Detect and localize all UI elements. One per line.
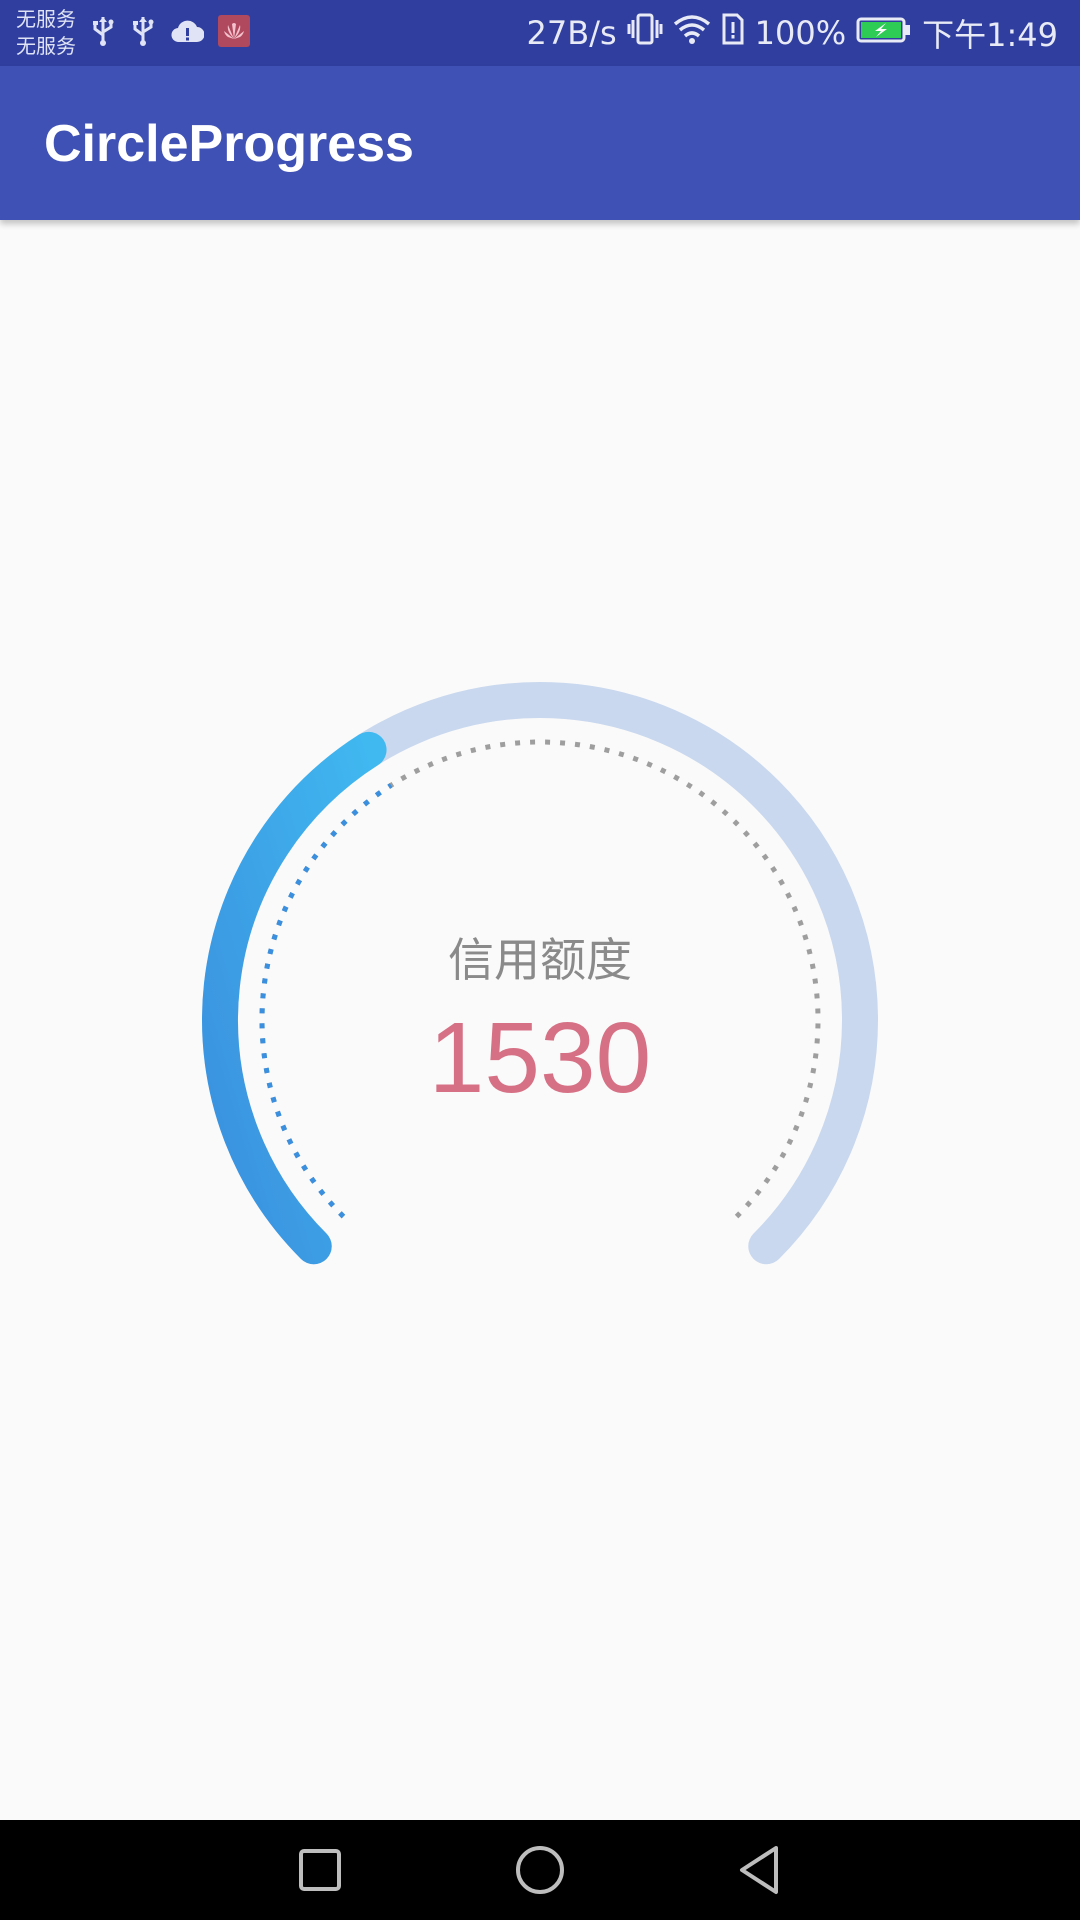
app-title: CircleProgress: [44, 115, 414, 173]
sim-alert-icon: [721, 12, 745, 54]
home-circle-icon: [516, 1846, 564, 1894]
status-left-icons: [90, 14, 250, 52]
clock: 下午1:49: [922, 16, 1058, 54]
status-bar: 无服务 无服务 27B/s 100% 下午1:49: [0, 0, 1080, 66]
status-right: 27B/s 100% 下午1:49: [527, 10, 1058, 56]
recents-square-icon: [299, 1849, 341, 1891]
vibrate-icon: [627, 12, 663, 54]
navigation-bar: [0, 1820, 1080, 1920]
recents-button[interactable]: [290, 1840, 350, 1900]
network-speed: 27B/s: [526, 14, 617, 52]
back-triangle-icon: [740, 1846, 778, 1894]
back-button[interactable]: [730, 1840, 790, 1900]
carrier-line-1: 无服务: [16, 7, 76, 31]
circle-progress-gauge: 信用额度 1530: [160, 640, 920, 1400]
gauge-value: 1530: [428, 1002, 652, 1114]
huawei-app-icon: [218, 15, 250, 51]
cloud-alert-icon: [170, 18, 205, 48]
app-bar: CircleProgress: [0, 66, 1080, 220]
battery-charging-icon: [856, 14, 912, 52]
usb-icon: [90, 15, 116, 51]
screen: 无服务 无服务 27B/s 100% 下午1:49 CircleProgress…: [0, 0, 1080, 1920]
carrier-line-2: 无服务: [16, 34, 76, 58]
home-button[interactable]: [510, 1840, 570, 1900]
gauge-label: 信用额度: [448, 933, 632, 987]
wifi-icon: [673, 13, 711, 53]
battery-percent: 100%: [754, 14, 847, 52]
gauge-progress-arc: [202, 731, 387, 1265]
carrier-info: 无服务 无服务: [16, 6, 76, 60]
usb-icon: [130, 15, 156, 51]
